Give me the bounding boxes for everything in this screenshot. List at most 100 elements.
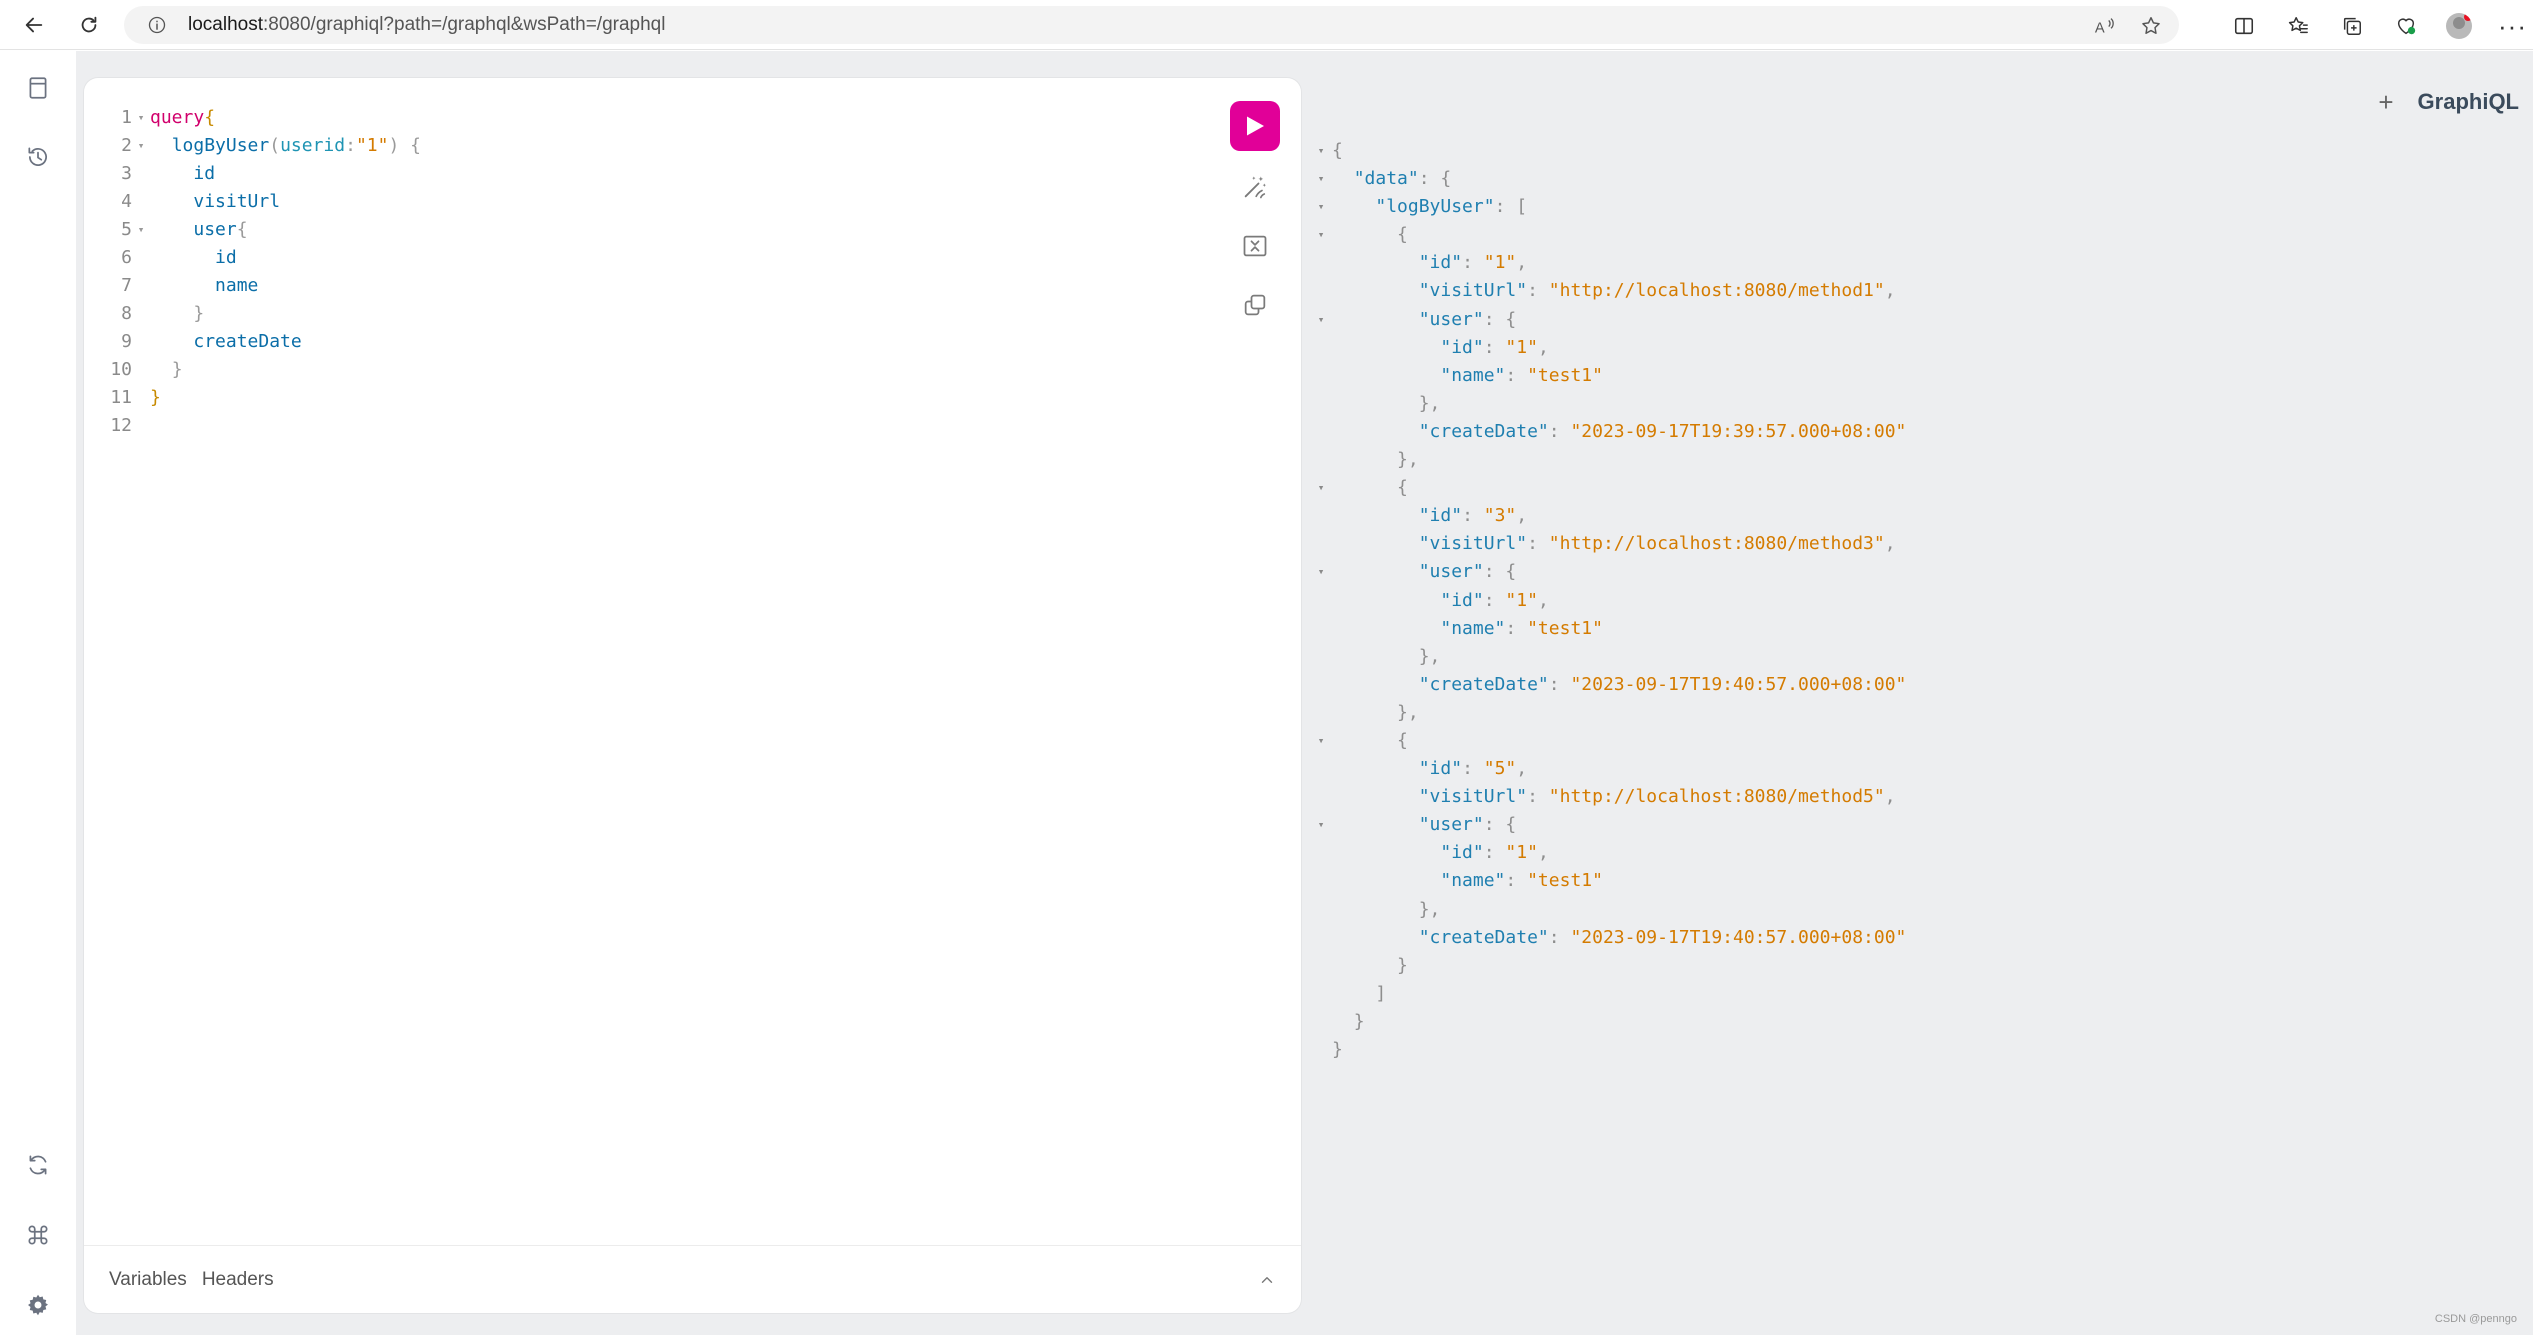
code-token: : (1548, 926, 1571, 948)
toggle-editor-tools-button[interactable] (1255, 1268, 1279, 1292)
result-line: "visitUrl": "http://localhost:8080/metho… (1310, 783, 1906, 811)
chevron-up-icon (1261, 1277, 1273, 1283)
fold-toggle-icon (1310, 1036, 1332, 1064)
code-token: "visitUrl" (1418, 786, 1528, 808)
result-line: ▾ "logByUser": [ (1310, 193, 1906, 221)
browser-essentials-icon[interactable] (2392, 12, 2420, 40)
shortcuts-button[interactable] (22, 1219, 54, 1251)
result-line: "id": "1", (1310, 249, 1906, 277)
fold-toggle-icon[interactable]: ▾ (132, 104, 150, 132)
result-line: "createDate": "2023-09-17T19:40:57.000+0… (1310, 924, 1907, 952)
settings-button[interactable] (22, 1289, 54, 1321)
fold-toggle-icon[interactable]: ▾ (1310, 558, 1332, 586)
result-line: ] (1310, 980, 1906, 1008)
fold-toggle-icon[interactable]: ▾ (1310, 193, 1332, 221)
result-line: ▾ "data": { (1310, 165, 1906, 193)
history-button[interactable] (22, 141, 54, 173)
code-line: 3 id (84, 160, 421, 188)
favorite-star-icon[interactable] (2139, 14, 2163, 38)
code-token: "5" (1483, 758, 1517, 780)
more-options-icon[interactable]: ··· (2498, 13, 2527, 39)
back-button[interactable] (18, 9, 50, 41)
info-icon[interactable] (146, 14, 168, 36)
result-line: ▾ { (1310, 474, 1906, 502)
address-bar[interactable]: localhost:8080/graphiql?path=/graphql&ws… (124, 6, 2179, 44)
fold-toggle-icon[interactable]: ▾ (1310, 811, 1332, 839)
code-token: "1" (1505, 336, 1538, 358)
code-token: "createDate" (1418, 926, 1549, 948)
code-token: "2023-09-17T19:40:57.000+08:00" (1570, 673, 1907, 695)
code-token: logByUser (171, 135, 270, 156)
line-number: 2 (121, 135, 132, 156)
code-token: id (215, 247, 237, 268)
fold-toggle-icon[interactable]: ▾ (1310, 306, 1332, 334)
code-token: createDate (193, 331, 302, 352)
code-token: name (215, 275, 259, 296)
tab-variables[interactable]: Variables (109, 1269, 187, 1291)
split-screen-icon[interactable] (2230, 12, 2258, 40)
result-line: "id": "1", (1310, 334, 1906, 362)
code-token: "1" (355, 135, 389, 156)
code-token: "data" (1353, 168, 1419, 190)
fold-toggle-icon (1310, 277, 1332, 305)
code-token: "id" (1418, 505, 1463, 527)
fold-toggle-icon (1310, 587, 1332, 615)
docs-explorer-button[interactable] (22, 72, 54, 104)
code-token: "1" (1505, 842, 1538, 864)
reload-button[interactable] (73, 9, 105, 41)
fold-toggle-icon (1310, 1008, 1332, 1036)
fold-toggle-icon (1310, 867, 1332, 895)
result-line: "id": "3", (1310, 502, 1906, 530)
code-token: "visitUrl" (1418, 533, 1528, 555)
fold-toggle-icon[interactable]: ▾ (1310, 221, 1332, 249)
fold-toggle-icon (132, 160, 150, 188)
code-token: "1" (1483, 252, 1517, 274)
code-line: 10 } (84, 356, 421, 384)
code-token: } (171, 359, 183, 380)
fold-toggle-icon[interactable]: ▾ (1310, 474, 1332, 502)
command-key-icon (28, 1225, 48, 1245)
tab-headers[interactable]: Headers (202, 1269, 274, 1291)
line-number: 5 (121, 219, 132, 240)
prettify-button[interactable] (1240, 172, 1270, 202)
add-tab-button[interactable]: + (2378, 89, 2393, 115)
fold-toggle-icon (1310, 980, 1332, 1008)
result-line: }, (1310, 390, 1906, 418)
code-token: "user" (1418, 561, 1484, 583)
favorites-icon[interactable] (2284, 12, 2312, 40)
code-token: : (1505, 617, 1528, 639)
read-aloud-icon[interactable]: A (2093, 14, 2117, 38)
fold-toggle-icon[interactable]: ▾ (132, 132, 150, 160)
fold-toggle-icon[interactable]: ▾ (1310, 137, 1332, 165)
code-token: , (1537, 589, 1549, 611)
execute-query-button[interactable] (1230, 101, 1280, 151)
code-token: "name" (1440, 364, 1506, 386)
query-editor[interactable]: 1 ▾ query{2 ▾ logByUser(userid:"1") {3 id 4 … (84, 104, 421, 440)
collections-icon[interactable] (2338, 12, 2366, 40)
fold-toggle-icon (132, 384, 150, 412)
line-number: 6 (121, 247, 132, 268)
fold-toggle-icon[interactable]: ▾ (1310, 165, 1332, 193)
merge-fragments-button[interactable] (1240, 231, 1270, 261)
code-token: "user" (1418, 308, 1484, 330)
profile-avatar[interactable] (2446, 13, 2472, 39)
fold-toggle-icon[interactable]: ▾ (1310, 727, 1332, 755)
fold-toggle-icon (1310, 502, 1332, 530)
code-token: : (1548, 420, 1571, 442)
refetch-schema-button[interactable] (22, 1149, 54, 1181)
fold-toggle-icon (132, 412, 150, 440)
copy-query-button[interactable] (1240, 290, 1270, 320)
fold-toggle-icon[interactable]: ▾ (132, 216, 150, 244)
fold-toggle-icon (1310, 418, 1332, 446)
